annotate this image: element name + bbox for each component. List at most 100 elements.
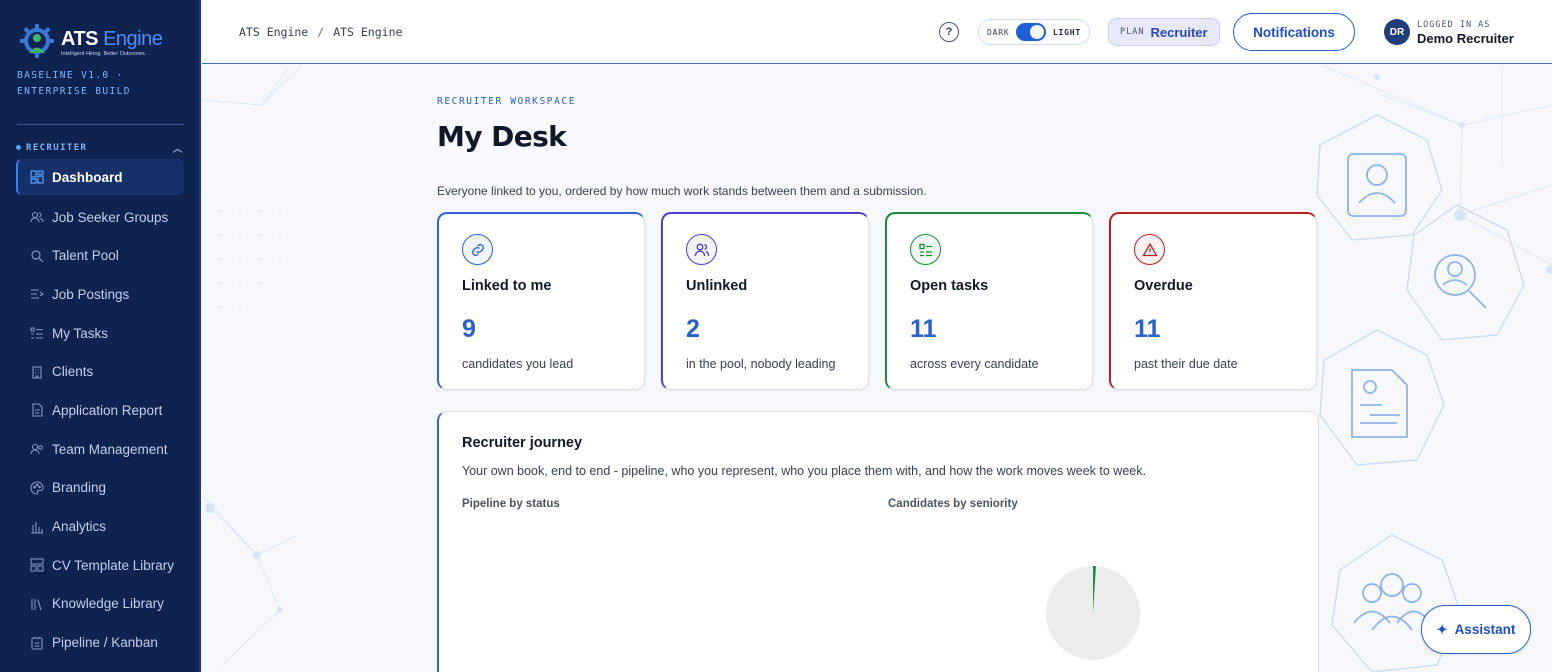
- sidebar-item-label: Analytics: [52, 519, 107, 535]
- users-icon: [30, 210, 44, 224]
- sidebar-item-label: My Tasks: [52, 325, 109, 341]
- page-title: My Desk: [437, 120, 567, 153]
- stat-card-open-tasks[interactable]: Open tasks 11 across every candidate: [885, 212, 1093, 390]
- plan-value: Recruiter: [1150, 24, 1208, 40]
- main-content: RECRUITER WORKSPACE My Desk Everyone lin…: [202, 65, 1552, 672]
- sidebar-item-talent-pool[interactable]: Talent Pool: [16, 236, 184, 275]
- help-icon[interactable]: ?: [939, 22, 959, 42]
- plan-badge[interactable]: PLAN Recruiter: [1108, 18, 1220, 46]
- breadcrumb-item[interactable]: ATS Engine: [239, 25, 308, 39]
- stat-card-overdue[interactable]: Overdue 11 past their due date: [1109, 212, 1317, 390]
- brand-tagline: Intelligent Hiring. Better Outcomes.: [61, 50, 147, 57]
- assistant-label: Assistant: [1454, 622, 1516, 637]
- search-icon: [30, 249, 44, 263]
- sidebar: ATS Engine Intelligent Hiring. Better Ou…: [0, 0, 201, 672]
- sidebar-item-label: Pipeline / Kanban: [52, 635, 158, 651]
- postings-icon: [30, 287, 44, 301]
- theme-toggle[interactable]: DARK LIGHT: [978, 19, 1090, 45]
- section-dot-icon: [16, 145, 21, 150]
- stat-card-value: 9: [462, 315, 476, 343]
- theme-light-label: LIGHT: [1052, 27, 1081, 37]
- dashboard-icon: [30, 170, 44, 184]
- user-name: Demo Recruiter: [1417, 31, 1514, 46]
- top-header: ATS Engine / ATS Engine ? DARK LIGHT PLAN …: [202, 0, 1552, 64]
- stat-card-title: Unlinked: [686, 278, 748, 294]
- stat-card-value: 2: [686, 315, 700, 343]
- sidebar-item-branding[interactable]: Branding: [16, 469, 184, 508]
- stat-card-desc: in the pool, nobody leading: [686, 357, 836, 371]
- sidebar-item-knowledge-library[interactable]: Knowledge Library: [16, 585, 184, 624]
- checklist-icon: [910, 234, 941, 265]
- journey-title: Recruiter journey: [462, 435, 583, 451]
- sidebar-item-label: Application Report: [52, 402, 163, 418]
- sidebar-item-label: Knowledge Library: [52, 596, 164, 612]
- plan-label: PLAN: [1120, 27, 1145, 37]
- assistant-button[interactable]: ✦ Assistant: [1421, 605, 1531, 654]
- report-icon: [30, 403, 44, 418]
- theme-switch[interactable]: [1016, 23, 1046, 41]
- building-icon: [30, 365, 44, 379]
- stat-card-title: Open tasks: [910, 278, 989, 294]
- sidebar-item-label: Team Management: [52, 441, 168, 457]
- breadcrumb-separator: /: [317, 25, 325, 39]
- sidebar-item-label: Job Seeker Groups: [52, 209, 169, 225]
- palette-icon: [30, 481, 44, 495]
- sidebar-item-team-management[interactable]: Team Management: [16, 430, 184, 469]
- stat-card-value: 11: [910, 315, 937, 343]
- users-icon: [686, 234, 717, 265]
- sidebar-item-my-tasks[interactable]: My Tasks: [16, 314, 184, 353]
- brand-name: ATS Engine: [61, 27, 163, 50]
- pipeline-by-status-label: Pipeline by status: [462, 498, 560, 510]
- stat-card-linked[interactable]: Linked to me 9 candidates you lead: [437, 212, 645, 390]
- recruiter-journey-panel: Recruiter journey Your own book, end to …: [437, 411, 1319, 672]
- tasks-icon: [30, 326, 44, 340]
- link-icon: [462, 234, 493, 265]
- stat-card-desc: candidates you lead: [462, 357, 574, 371]
- logo-gear-person-icon: [17, 22, 57, 62]
- seniority-pie-chart[interactable]: [1045, 565, 1141, 661]
- sidebar-section-recruiter[interactable]: RECRUITER ︿: [16, 140, 184, 155]
- sidebar-item-cv-template-library[interactable]: CV Template Library: [16, 546, 184, 585]
- sidebar-item-pipeline-kanban[interactable]: Pipeline / Kanban: [16, 623, 184, 662]
- breadcrumb-item[interactable]: ATS Engine: [333, 25, 402, 39]
- sparkle-icon: ✦: [1436, 621, 1448, 637]
- logged-in-as-label: LOGGED IN AS: [1417, 20, 1491, 30]
- chevron-up-icon[interactable]: ︿: [173, 140, 184, 155]
- stat-card-value: 11: [1134, 315, 1161, 343]
- sidebar-item-application-report[interactable]: Application Report: [16, 391, 184, 430]
- page-eyebrow: RECRUITER WORKSPACE: [437, 96, 577, 107]
- library-icon: [30, 597, 44, 611]
- stat-cards: Linked to me 9 candidates you lead Unlin…: [437, 212, 1317, 390]
- sidebar-item-job-postings[interactable]: Job Postings: [16, 275, 184, 314]
- build-label: BASELINE V1.0 · ENTERPRISE BUILD: [17, 70, 131, 97]
- team-icon: [30, 442, 44, 456]
- stat-card-title: Overdue: [1134, 278, 1193, 294]
- sidebar-item-label: Job Postings: [52, 286, 130, 302]
- sidebar-item-label: Dashboard: [52, 169, 123, 185]
- stat-card-desc: past their due date: [1134, 357, 1238, 371]
- template-icon: [30, 558, 44, 572]
- switch-knob: [1029, 25, 1044, 39]
- journey-description: Your own book, end to end - pipeline, wh…: [462, 464, 1146, 478]
- candidates-by-seniority-label: Candidates by seniority: [888, 498, 1018, 510]
- kanban-icon: [30, 636, 44, 650]
- brand-logo[interactable]: ATS Engine Intelligent Hiring. Better Ou…: [17, 22, 163, 62]
- warning-icon: [1134, 234, 1165, 265]
- theme-dark-label: DARK: [987, 27, 1010, 37]
- page-subtitle: Everyone linked to you, ordered by how m…: [437, 184, 927, 198]
- stat-card-title: Linked to me: [462, 278, 552, 294]
- sidebar-divider: [17, 124, 184, 125]
- bar-chart-icon: [30, 520, 44, 534]
- sidebar-item-dashboard[interactable]: Dashboard: [16, 159, 184, 195]
- sidebar-item-label: Branding: [52, 480, 107, 496]
- sidebar-item-analytics[interactable]: Analytics: [16, 507, 184, 546]
- avatar[interactable]: DR: [1384, 19, 1410, 45]
- stat-card-unlinked[interactable]: Unlinked 2 in the pool, nobody leading: [661, 212, 869, 390]
- sidebar-item-clients[interactable]: Clients: [16, 352, 184, 391]
- sidebar-item-job-seeker-groups[interactable]: Job Seeker Groups: [16, 198, 184, 237]
- notifications-button[interactable]: Notifications: [1233, 13, 1355, 51]
- sidebar-item-label: CV Template Library: [52, 557, 175, 573]
- sidebar-nav: Dashboard Job Seeker Groups Talent Pool …: [16, 159, 184, 662]
- user-info[interactable]: LOGGED IN AS Demo Recruiter: [1417, 20, 1514, 46]
- sidebar-item-label: Talent Pool: [52, 248, 119, 264]
